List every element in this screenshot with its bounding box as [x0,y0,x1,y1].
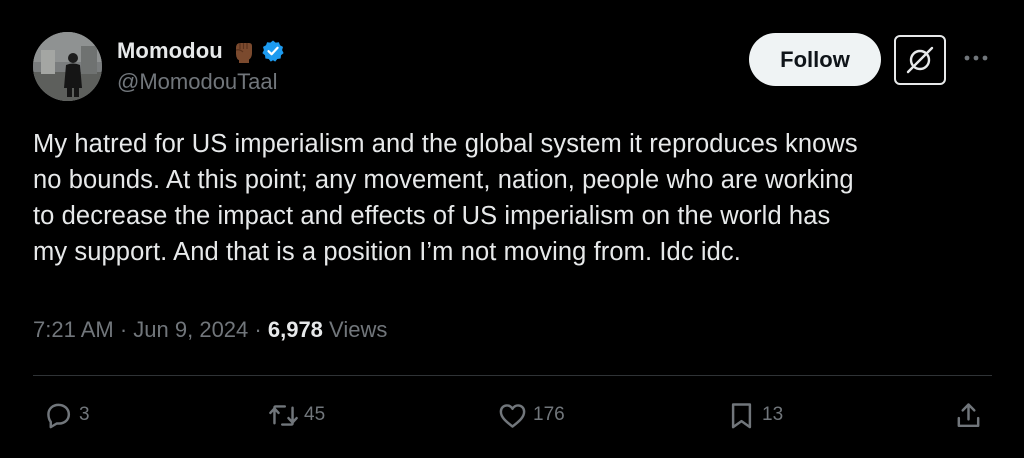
share-button[interactable] [953,392,984,438]
name-row: Momodou [117,38,285,64]
raised-fist-icon [235,43,252,63]
tweet-date[interactable]: Jun 9, 2024 [133,317,248,343]
author-handle[interactable]: @MomodouTaal [117,69,285,95]
divider [33,375,992,376]
repost-button[interactable]: 45 [268,392,325,438]
views-label: Views [329,317,388,342]
more-icon [964,55,988,61]
meta-separator: · [254,317,262,342]
tweet-meta: 7:21 AM · Jun 9, 2024 · 6,978 Views [33,317,387,343]
grok-icon [906,46,934,74]
follow-button[interactable]: Follow [749,33,881,86]
display-name[interactable]: Momodou [117,38,223,64]
reply-icon [47,403,71,428]
avatar[interactable] [33,32,102,101]
more-options-button[interactable] [959,46,993,70]
tweet-text: My hatred for US imperialism and the glo… [33,130,858,266]
share-icon [957,402,980,427]
heart-icon [499,403,526,428]
reply-button[interactable]: 3 [43,392,90,438]
action-bar: 3 45 176 13 [0,392,1024,438]
bookmark-icon [731,402,752,428]
bookmark-button[interactable]: 13 [726,392,783,438]
tweet-card: Momodou @MomodouTaal Follow My hatred fo… [0,0,1024,458]
views-count: 6,978 [267,317,323,342]
reply-count: 3 [79,404,90,425]
tweet-time[interactable]: 7:21 AM [33,317,114,343]
meta-separator: · [119,317,128,342]
repost-count: 45 [304,404,326,425]
grok-button[interactable] [894,35,946,85]
bookmark-count: 13 [762,404,784,425]
like-count: 176 [533,404,565,425]
avatar-photo [33,32,102,101]
author-info: Momodou @MomodouTaal [117,38,285,95]
like-button[interactable]: 176 [497,392,565,438]
verified-badge-icon[interactable] [261,39,285,63]
repost-icon [269,404,298,426]
